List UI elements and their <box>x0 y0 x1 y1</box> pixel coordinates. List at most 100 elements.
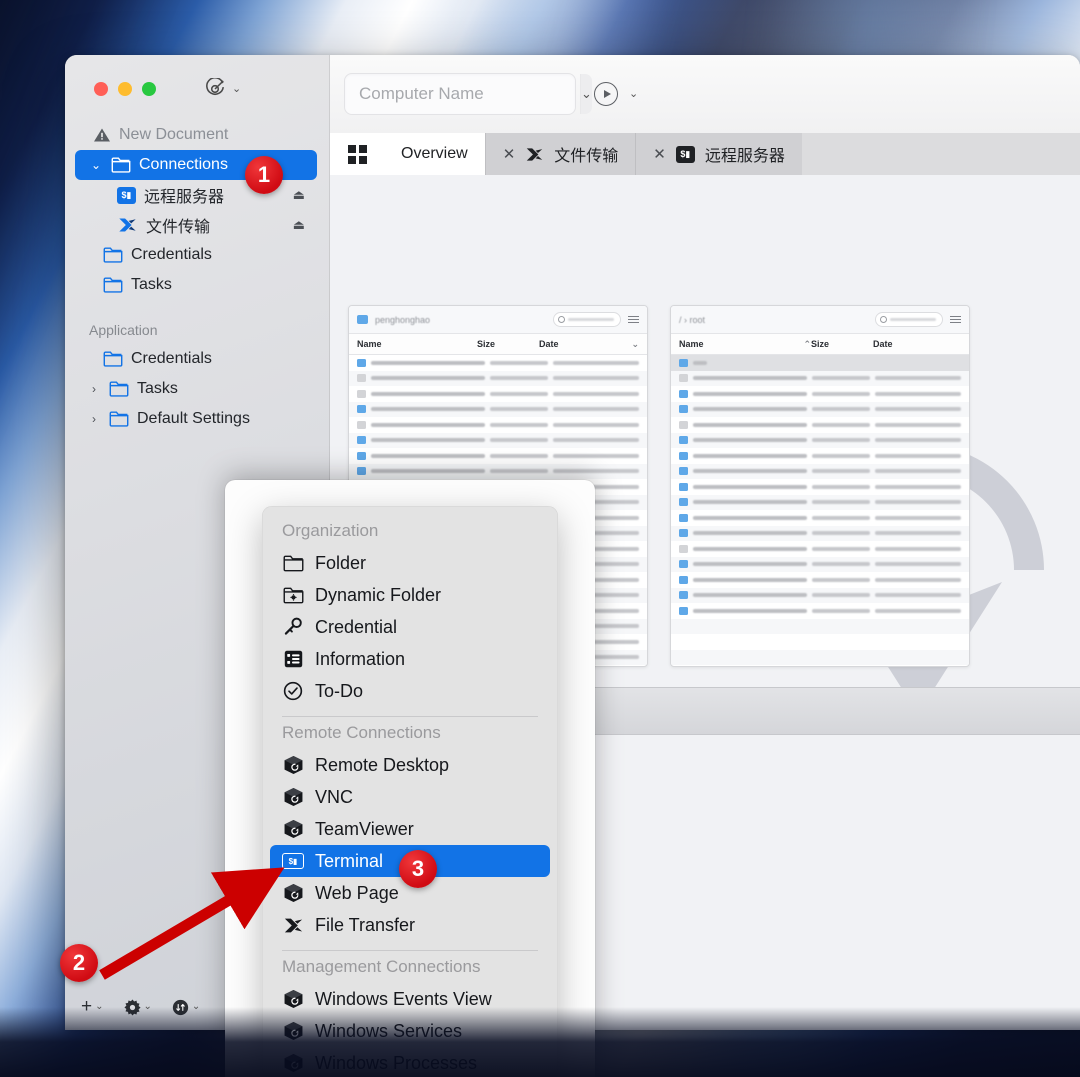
sidebar-item-credentials[interactable]: Credentials <box>73 240 321 270</box>
file-row[interactable] <box>671 556 969 572</box>
column-date[interactable]: Date <box>873 339 961 349</box>
file-row[interactable] <box>671 572 969 588</box>
menu-item-teamviewer[interactable]: TeamViewer <box>270 813 550 845</box>
computer-name-combobox[interactable]: ⌄ <box>344 73 592 115</box>
file-row[interactable] <box>671 510 969 526</box>
maximize-window-button[interactable] <box>142 82 156 96</box>
sidebar-item-remote-server[interactable]: $▮ 远程服务器 ⏏ <box>73 180 321 210</box>
chevron-right-icon[interactable]: › <box>87 382 101 396</box>
file-row[interactable] <box>671 603 969 619</box>
pane-left-search-input[interactable] <box>553 312 621 327</box>
file-row[interactable] <box>671 386 969 402</box>
sidebar-item-app-credentials[interactable]: Credentials <box>73 344 321 374</box>
eject-icon[interactable]: ⏏ <box>293 187 305 203</box>
folder-icon <box>103 351 123 368</box>
file-row[interactable] <box>671 494 969 510</box>
sidebar-item-app-tasks[interactable]: › Tasks <box>73 374 321 404</box>
file-row[interactable] <box>671 665 969 666</box>
file-row[interactable] <box>349 432 647 448</box>
menu-item-label: File Transfer <box>315 914 416 935</box>
column-name[interactable]: Name <box>679 339 799 349</box>
chevron-down-icon[interactable]: ⌄ <box>89 158 103 172</box>
menu-item-to-do[interactable]: To-Do <box>270 675 550 707</box>
menu-item-dynamic-folder[interactable]: Dynamic Folder <box>270 579 550 611</box>
file-row[interactable] <box>349 463 647 479</box>
menu-item-windows-events-view[interactable]: Windows Events View <box>270 983 550 1015</box>
sidebar-add-button[interactable]: + ⌄ <box>81 996 104 1018</box>
file-row[interactable] <box>671 448 969 464</box>
menu-item-remote-desktop[interactable]: Remote Desktop <box>270 749 550 781</box>
file-row[interactable] <box>671 618 969 634</box>
target-menu-button[interactable]: ⌄ <box>204 78 241 100</box>
column-size[interactable]: Size <box>811 339 873 349</box>
check-circle-icon <box>282 681 304 701</box>
column-size[interactable]: Size <box>477 339 539 349</box>
tab-remote-server[interactable]: ✕ $▮ 远程服务器 <box>635 133 802 175</box>
file-row[interactable] <box>671 417 969 433</box>
file-row[interactable] <box>671 401 969 417</box>
file-row[interactable] <box>671 541 969 557</box>
file-row[interactable] <box>349 417 647 433</box>
tab-overview[interactable]: Overview <box>384 133 485 175</box>
file-transfer-label: 文件传输 <box>146 219 211 236</box>
file-row[interactable] <box>349 401 647 417</box>
sidebar-item-file-transfer[interactable]: 文件传输 ⏏ <box>73 210 321 240</box>
sort-chevron-icon[interactable]: ⌃ <box>799 339 811 350</box>
list-options-icon[interactable] <box>950 315 961 324</box>
overview-grid-button[interactable] <box>330 133 384 175</box>
menu-item-vnc[interactable]: VNC <box>270 781 550 813</box>
file-row[interactable] <box>671 479 969 495</box>
file-row[interactable] <box>349 448 647 464</box>
menu-divider <box>282 950 538 951</box>
play-icon[interactable] <box>594 82 618 106</box>
menu-item-folder[interactable]: Folder <box>270 547 550 579</box>
close-icon[interactable]: ✕ <box>653 145 666 163</box>
target-icon <box>206 78 225 96</box>
menu-item-information[interactable]: Information <box>270 643 550 675</box>
sidebar-item-default-settings[interactable]: › Default Settings <box>73 404 321 434</box>
pane-right-columns: Name ⌃ Size Date <box>671 334 969 355</box>
close-window-button[interactable] <box>94 82 108 96</box>
column-name[interactable]: Name <box>357 339 477 349</box>
file-transfer-icon <box>282 915 304 935</box>
sidebar-item-tasks[interactable]: Tasks <box>73 270 321 300</box>
default-settings-label: Default Settings <box>137 410 250 427</box>
file-transfer-icon <box>119 218 136 232</box>
menu-item-windows-processes[interactable]: Windows Processes <box>270 1047 550 1077</box>
pane-right-search-input[interactable] <box>875 312 943 327</box>
chevron-down-icon[interactable]: ⌄ <box>580 74 592 114</box>
menu-item-windows-services[interactable]: Windows Services <box>270 1015 550 1047</box>
search-icon <box>558 316 565 323</box>
file-row[interactable] <box>671 525 969 541</box>
file-row[interactable] <box>349 370 647 386</box>
menu-section-remote-connections: Remote Connections <box>282 723 441 742</box>
file-row[interactable] <box>671 355 969 371</box>
chevron-right-icon[interactable]: › <box>87 412 101 426</box>
new-document-label: New Document <box>119 126 229 143</box>
sidebar-settings-button[interactable]: ⌄ <box>123 999 152 1016</box>
tab-file-transfer[interactable]: ✕ 文件传输 <box>484 133 636 175</box>
file-row[interactable] <box>671 463 969 479</box>
eject-icon[interactable]: ⏏ <box>293 217 305 233</box>
menu-item-label: VNC <box>315 786 354 807</box>
file-row[interactable] <box>349 355 647 371</box>
chevron-down-icon[interactable]: ⌄ <box>629 88 638 100</box>
file-row[interactable] <box>349 386 647 402</box>
menu-item-file-transfer[interactable]: File Transfer <box>270 909 550 941</box>
sort-chevron-icon[interactable]: ⌄ <box>627 339 639 350</box>
minimize-window-button[interactable] <box>118 82 132 96</box>
file-row[interactable] <box>671 649 969 665</box>
file-row[interactable] <box>671 432 969 448</box>
sidebar-item-new-document[interactable]: New Document <box>73 120 321 150</box>
menu-item-credential[interactable]: Credential <box>270 611 550 643</box>
file-row[interactable] <box>671 587 969 603</box>
file-row[interactable] <box>671 370 969 386</box>
column-date[interactable]: Date <box>539 339 627 349</box>
computer-name-input[interactable] <box>345 84 580 104</box>
file-row[interactable] <box>671 634 969 650</box>
close-icon[interactable]: ✕ <box>503 145 516 163</box>
warning-triangle-icon <box>94 128 110 142</box>
pane-right-file-list[interactable] <box>671 355 969 666</box>
list-options-icon[interactable] <box>628 315 639 324</box>
sidebar-sort-button[interactable]: ⌄ <box>172 999 200 1016</box>
